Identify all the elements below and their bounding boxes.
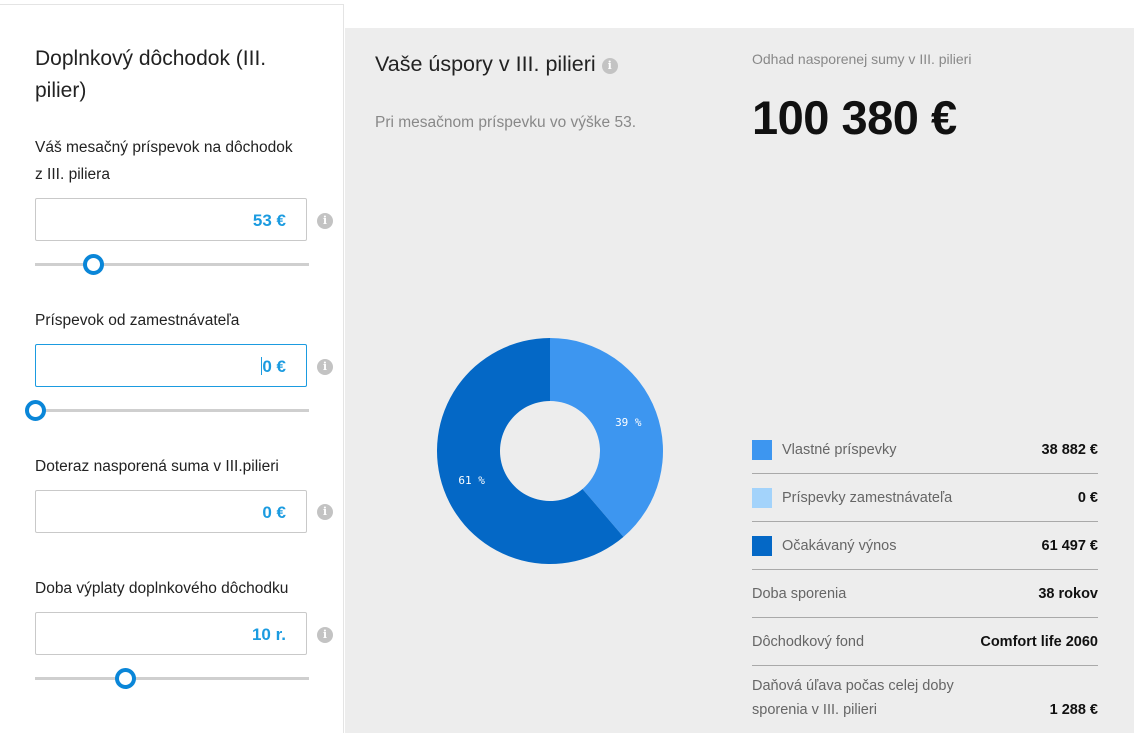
info-icon[interactable]: i [317,213,333,229]
monthly-contribution-label: Váš mesačný príspevok na dôchodok z III.… [35,139,293,183]
legend-swatch [752,536,772,556]
results-title: Vaše úspory v III. pilieri i [375,52,618,77]
legend-row: Očakávaný výnos 61 497 € [752,522,1098,570]
info-icon[interactable]: i [601,58,618,74]
info-icon[interactable]: i [317,504,333,520]
legend-row: Príspevky zamestnávateľa 0 € [752,474,1098,522]
tax-relief-value: 1 288 € [1049,702,1098,718]
panel-title: Doplnkový dôchodok (III. pilier) [35,47,267,102]
legend-value: 0 € [1077,490,1098,506]
slider-thumb[interactable] [115,668,137,689]
detail-row: Doba sporenia 38 rokov [752,570,1098,618]
employer-contribution-input[interactable]: 0 € [35,344,307,387]
employer-contribution-value: 0 € [262,357,286,376]
payout-period-label: Doba výplaty doplnkového dôchodku [35,580,289,597]
results-subtitle: Pri mesačnom príspevku vo výške 53. [375,114,637,131]
detail-row: Dôchodkový fond Comfort life 2060 [752,618,1098,666]
payout-period-input[interactable]: 10 r. [35,612,307,655]
monthly-contribution-slider[interactable] [35,254,309,275]
tax-relief-row: Daňová úľava počas celej doby sporenia v… [752,666,1098,730]
saved-amount-input[interactable]: 0 € [35,490,307,533]
monthly-contribution-value: 53 € [252,211,286,230]
saved-amount-value: 0 € [262,503,286,522]
detail-value: 38 rokov [1038,586,1098,602]
detail-value: Comfort life 2060 [980,634,1098,650]
tax-relief-label: Daňová úľava počas celej doby sporenia v… [752,678,954,718]
monthly-contribution-input[interactable]: 53 € [35,198,307,241]
employer-contribution-slider[interactable] [25,400,309,421]
detail-label: Doba sporenia [752,586,847,602]
slider-thumb[interactable] [25,400,46,421]
legend-value: 61 497 € [1041,538,1098,554]
legend-swatch [752,488,772,508]
info-icon[interactable]: i [317,359,333,375]
detail-label: Dôchodkový fond [752,634,865,650]
info-icon[interactable]: i [317,627,333,643]
legend-label: Vlastné príspevky [782,442,897,458]
text-caret [261,356,263,375]
donut-slice-label: 39 % [615,416,642,429]
legend-value: 38 882 € [1041,442,1098,458]
slider-thumb[interactable] [82,254,104,275]
payout-period-slider[interactable] [35,668,309,689]
legend-label: Príspevky zamestnávateľa [782,490,953,506]
calculator-form-panel: Doplnkový dôchodok (III. pilier) Váš mes… [0,4,344,733]
results-title-text: Vaše úspory v III. pilieri [375,52,596,76]
legend-swatch [752,440,772,460]
estimate-value: 100 380 € [752,91,957,144]
payout-period-value: 10 r. [251,625,286,644]
saved-amount-label: Doteraz nasporená suma v III.pilieri [35,458,279,475]
legend-label: Očakávaný výnos [782,538,897,554]
employer-contribution-label: Príspevok od zamestnávateľa [35,312,240,329]
results-panel: Vaše úspory v III. pilieri i Pri mesačnom… [345,28,1134,733]
savings-donut-chart: 39 % 61 % [436,338,663,564]
estimate-label: Odhad nasporenej sumy v III. pilieri [752,51,972,67]
legend-row: Vlastné príspevky 38 882 € [752,426,1098,474]
donut-slice-label: 61 % [458,474,485,487]
